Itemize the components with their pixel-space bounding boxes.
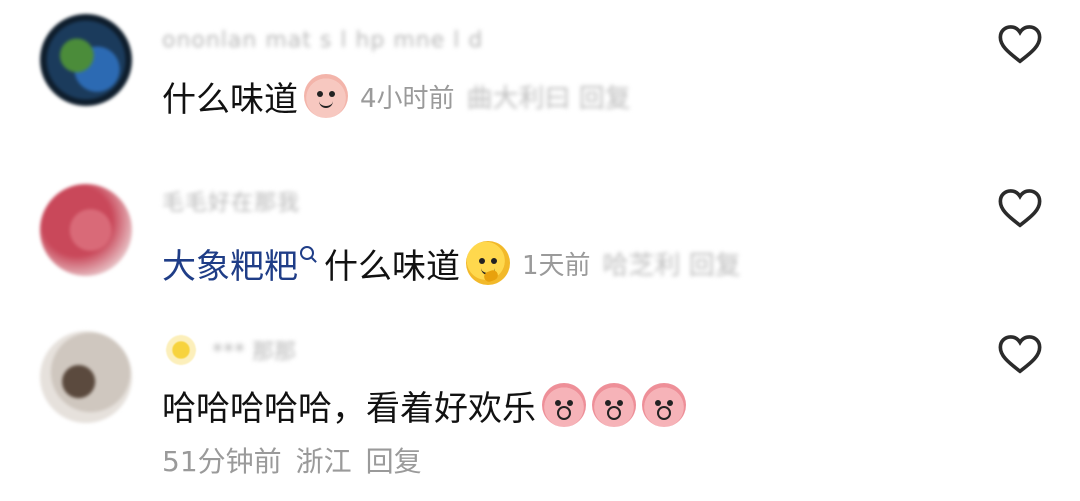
shock-emoji-icon bbox=[642, 383, 686, 427]
avatar[interactable] bbox=[40, 14, 132, 106]
comment-row: 哈哈哈哈哈，看着好欢乐 bbox=[162, 382, 686, 429]
timestamp: 51分钟前 bbox=[162, 445, 282, 478]
comment-text: 什么味道 bbox=[162, 79, 298, 120]
avatar[interactable] bbox=[40, 331, 132, 423]
comment-row: 什么味道 4小时前 曲大利曰 回复 bbox=[162, 73, 631, 120]
timestamp: 4小时前 bbox=[360, 83, 455, 114]
thinking-emoji-icon bbox=[466, 241, 510, 285]
shock-emoji-icon bbox=[542, 383, 586, 427]
username[interactable]: *** 那那 bbox=[212, 334, 296, 366]
smile-emoji-icon bbox=[304, 74, 348, 118]
reply-button[interactable]: 回复 bbox=[366, 440, 422, 480]
avatar[interactable] bbox=[40, 184, 132, 276]
username-row[interactable]: *** 那那 bbox=[162, 330, 296, 370]
like-heart-icon[interactable] bbox=[998, 334, 1042, 374]
comment-footer: 51分钟前 浙江 回复 bbox=[162, 440, 422, 480]
timestamp: 1天前 bbox=[522, 250, 591, 281]
comment-row: 大象粑粑 什么味道 1天前 哈芝利 回复 bbox=[162, 239, 741, 288]
comment-text: 哈哈哈哈哈，看着好欢乐 bbox=[162, 388, 536, 429]
like-heart-icon[interactable] bbox=[998, 24, 1042, 64]
location: 浙江 bbox=[295, 445, 352, 478]
comment-text: 什么味道 bbox=[324, 246, 460, 287]
search-icon[interactable] bbox=[300, 246, 314, 260]
username[interactable]: 毛毛好在那我 bbox=[162, 186, 300, 216]
meta-extra: 哈芝利 回复 bbox=[602, 250, 741, 281]
sun-icon bbox=[162, 331, 200, 369]
username[interactable]: ononlan mat s l hp mne l d bbox=[162, 25, 483, 55]
mention-link[interactable]: 大象粑粑 bbox=[162, 239, 298, 288]
meta-extra: 曲大利曰 回复 bbox=[466, 83, 631, 114]
shock-emoji-icon bbox=[592, 383, 636, 427]
like-heart-icon[interactable] bbox=[998, 188, 1042, 228]
